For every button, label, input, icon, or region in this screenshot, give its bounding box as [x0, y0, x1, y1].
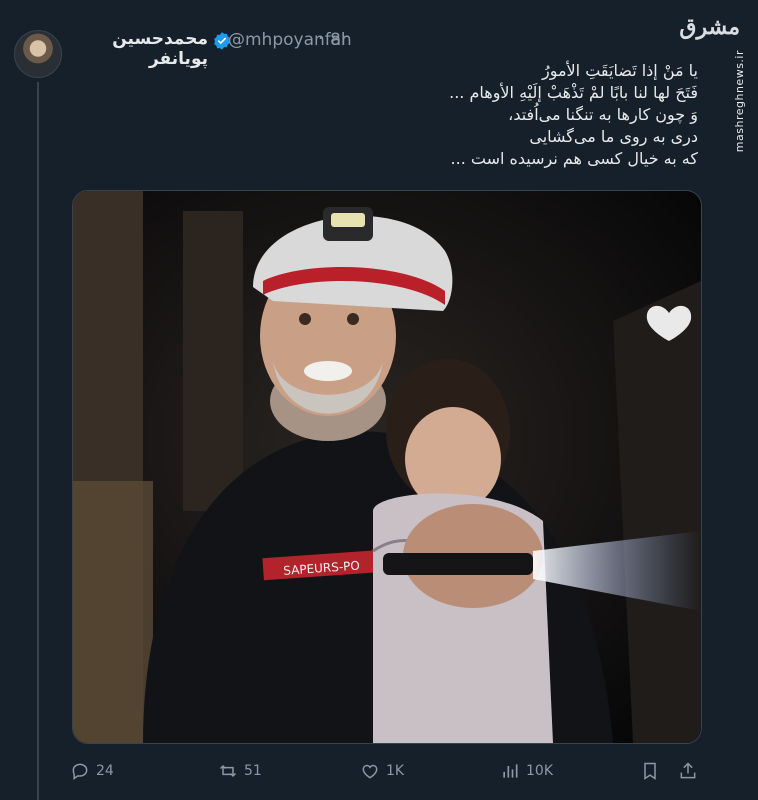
firefighter-with-child-photo: SAPEURS-PO: [73, 191, 701, 743]
reply-icon: [72, 763, 88, 780]
action-bar: 24 51 1K 10K: [70, 756, 700, 786]
separator-dot: ·: [318, 29, 324, 49]
tweet-text-line: که به خیال کسی هم نرسیده است ...: [450, 149, 698, 168]
like-count: 1K: [386, 763, 405, 779]
watermark: مشرق mashreghnews.ir: [679, 8, 752, 152]
view-count: 10K: [526, 763, 553, 779]
reply-count: 24: [96, 763, 114, 779]
watermark-logo: مشرق: [679, 14, 740, 40]
like-icon: [362, 764, 378, 779]
thread-line: [37, 82, 39, 800]
tweet-text: یا مَنْ إذا تَضایَقَتِ الأمورُ فَتَحَ له…: [98, 60, 698, 170]
share-button[interactable]: [678, 756, 698, 786]
tweet-text-line: فَتَحَ لها لنا بابًا لمْ تَذْهَبْ إلَیْه…: [449, 83, 698, 102]
watermark-site: mashreghnews.ir: [733, 50, 746, 153]
retweet-button[interactable]: 51: [218, 756, 262, 786]
retweet-count: 51: [244, 763, 262, 779]
tweet[interactable]: محمدحسین پویانفر @mhpoyanfar · 8h مشرق m…: [0, 0, 758, 800]
reply-button[interactable]: 24: [70, 756, 114, 786]
avatar[interactable]: [14, 30, 62, 78]
bookmark-button[interactable]: [640, 756, 660, 786]
bookmark-icon: [644, 762, 656, 780]
tweet-text-line: یا مَنْ إذا تَضایَقَتِ الأمورُ: [541, 61, 698, 80]
tweet-photo[interactable]: SAPEURS-PO: [72, 190, 702, 744]
views-icon: [503, 764, 518, 778]
tweet-text-line: وَ چون کارها به تنگنا می‌اُفتد،: [508, 105, 698, 124]
share-icon: [680, 762, 696, 779]
views-button[interactable]: 10K: [500, 756, 553, 786]
retweet-icon: [219, 764, 237, 778]
like-button[interactable]: 1K: [360, 756, 404, 786]
tweet-text-line: دری به روی ما می‌گشایی: [529, 127, 698, 146]
tweet-time[interactable]: 8h: [330, 30, 352, 50]
